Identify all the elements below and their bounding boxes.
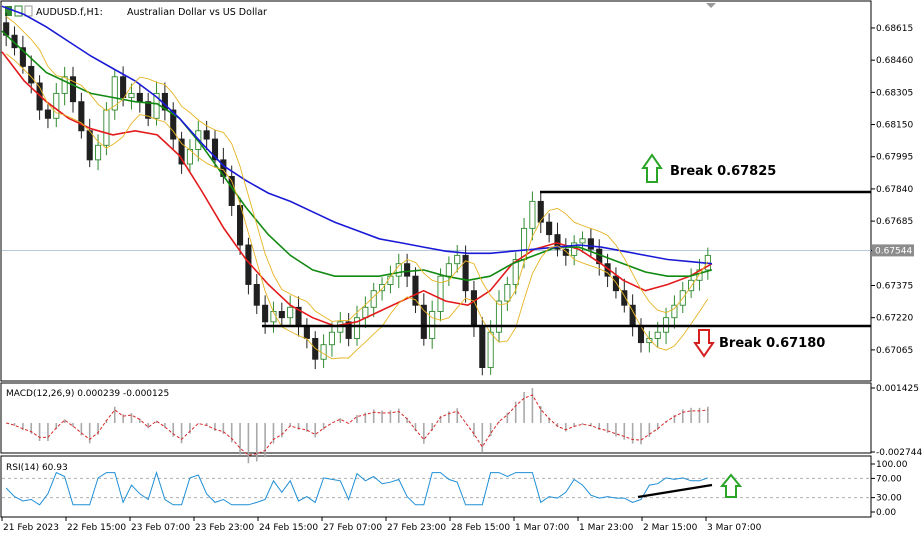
candle-body xyxy=(587,238,594,250)
time-tick-label: 27 Feb 23:00 xyxy=(387,523,446,533)
candle-body xyxy=(328,331,335,346)
candle-body xyxy=(612,275,619,292)
symbol-description: Australian Dollar vs US Dollar xyxy=(127,7,267,18)
candle-body xyxy=(103,109,110,146)
rsi-line xyxy=(5,470,708,506)
time-tick-label: 21 Feb 2023 xyxy=(3,523,59,533)
candle-body xyxy=(303,325,310,339)
candle-body xyxy=(287,306,294,319)
price-tick-label: 0.67685 xyxy=(876,217,913,227)
arrow-up-icon xyxy=(641,153,663,183)
break-down-label: Break 0.67180 xyxy=(719,336,825,351)
price-tick-label: 0.67065 xyxy=(876,346,913,356)
break-up-label: Break 0.67825 xyxy=(670,164,776,179)
price-tick-label: 0.67840 xyxy=(876,185,913,195)
candle-body xyxy=(412,275,419,306)
candle-body xyxy=(445,263,452,277)
candle-body xyxy=(504,284,511,302)
candle-body xyxy=(387,275,394,285)
candle-body xyxy=(320,344,327,360)
time-tick-label: 27 Feb 07:00 xyxy=(323,523,382,533)
candle-body xyxy=(78,101,85,132)
candle-body xyxy=(404,263,411,277)
candle-body xyxy=(136,92,143,103)
ema-red-line xyxy=(1,51,713,327)
candle-body xyxy=(671,304,678,319)
macd-tick-label: -0.002744 xyxy=(876,448,922,458)
candle-body xyxy=(53,92,60,119)
candle-body xyxy=(203,130,210,140)
candle-body xyxy=(379,284,386,292)
macd-label: MACD(12,26,9) 0.000239 -0.000125 xyxy=(6,389,169,399)
break-down-annotation: Break 0.67180 xyxy=(693,329,825,358)
candle-body xyxy=(370,290,377,308)
candle-body xyxy=(487,331,494,368)
scroll-marker-icon[interactable] xyxy=(706,3,716,8)
rsi-tick-label: 100.00 xyxy=(876,460,908,470)
rsi-label: RSI(14) 60.93 xyxy=(6,463,68,473)
candle-body xyxy=(470,290,477,327)
candle-body xyxy=(546,221,553,236)
candle-body xyxy=(278,311,285,319)
candle-body xyxy=(111,76,118,111)
price-tick-label: 0.68150 xyxy=(876,121,913,131)
rsi-tick-label: 0.00 xyxy=(876,508,896,518)
candle-body xyxy=(86,130,93,161)
candle-body xyxy=(529,200,536,229)
current-price-label: 0.67544 xyxy=(875,246,912,256)
candle-body xyxy=(437,275,444,312)
time-tick-label: 23 Feb 23:00 xyxy=(195,523,254,533)
candle-body xyxy=(479,325,486,368)
rsi-axis: 100.00 70.00 30.00 0.00 xyxy=(871,460,908,518)
break-up-annotation: Break 0.67825 xyxy=(641,153,776,183)
candle-body xyxy=(637,325,645,344)
time-tick-label: 2 Mar 15:00 xyxy=(643,523,698,533)
ema-green-line xyxy=(1,30,713,282)
macd-plot xyxy=(6,388,709,464)
time-tick-label: 24 Feb 15:00 xyxy=(259,523,318,533)
price-tick-label: 0.68305 xyxy=(876,88,913,98)
price-tick-label: 0.67220 xyxy=(876,314,913,324)
rsi-tick-label: 70.00 xyxy=(876,474,902,484)
candle-body xyxy=(61,76,68,94)
price-tick-label: 0.68615 xyxy=(876,24,913,34)
macd-signal-line xyxy=(6,394,708,456)
candle-body xyxy=(95,144,102,161)
arrow-down-icon xyxy=(693,329,715,358)
candle-body xyxy=(128,92,135,98)
rsi-tick-label: 30.00 xyxy=(876,494,902,504)
rsi-trendline xyxy=(637,483,713,499)
time-tick-label: 23 Feb 07:00 xyxy=(131,523,190,533)
time-tick-label: 22 Feb 15:00 xyxy=(67,523,126,533)
macd-tick-label: 0.001425 xyxy=(876,384,919,394)
candle-body xyxy=(362,306,369,319)
candle-body xyxy=(495,300,503,333)
price-axis: 0.68615 0.68460 0.68305 0.68150 0.67995 0.678… xyxy=(871,24,913,356)
time-tick-label: 3 Mar 07:00 xyxy=(707,523,762,533)
macd-axis: 0.001425 -0.002744 xyxy=(871,384,922,458)
chart-window: AUDUSD.f,H1: Australian Dollar vs US Dol… xyxy=(0,0,923,538)
line-mode-icon[interactable] xyxy=(24,5,33,17)
candle-body xyxy=(262,304,269,323)
price-tick-label: 0.68460 xyxy=(876,56,913,66)
time-tick-label: 1 Mar 23:00 xyxy=(579,523,634,533)
price-tick-label: 0.67375 xyxy=(876,282,913,292)
time-axis: 21 Feb 2023 22 Feb 15:00 23 Feb 07:00 23 Fe… xyxy=(1,517,762,533)
candle-body xyxy=(654,331,661,339)
candle-body xyxy=(44,109,51,119)
chart-header: AUDUSD.f,H1: Australian Dollar vs US Dol… xyxy=(5,3,716,18)
candle-body xyxy=(120,76,127,98)
time-tick-label: 28 Feb 15:00 xyxy=(451,523,510,533)
candle-body xyxy=(579,238,586,244)
candle-body xyxy=(454,254,461,265)
time-tick-label: 1 Mar 07:00 xyxy=(515,523,570,533)
candle-body xyxy=(253,284,260,306)
rsi-plot xyxy=(2,470,871,506)
chart-canvas: AUDUSD.f,H1: Australian Dollar vs US Dol… xyxy=(0,0,922,533)
price-tick-label: 0.67995 xyxy=(876,153,913,163)
price-plot: 0.67544 xyxy=(1,5,914,376)
symbol-label: AUDUSD.f,H1: xyxy=(36,7,103,18)
